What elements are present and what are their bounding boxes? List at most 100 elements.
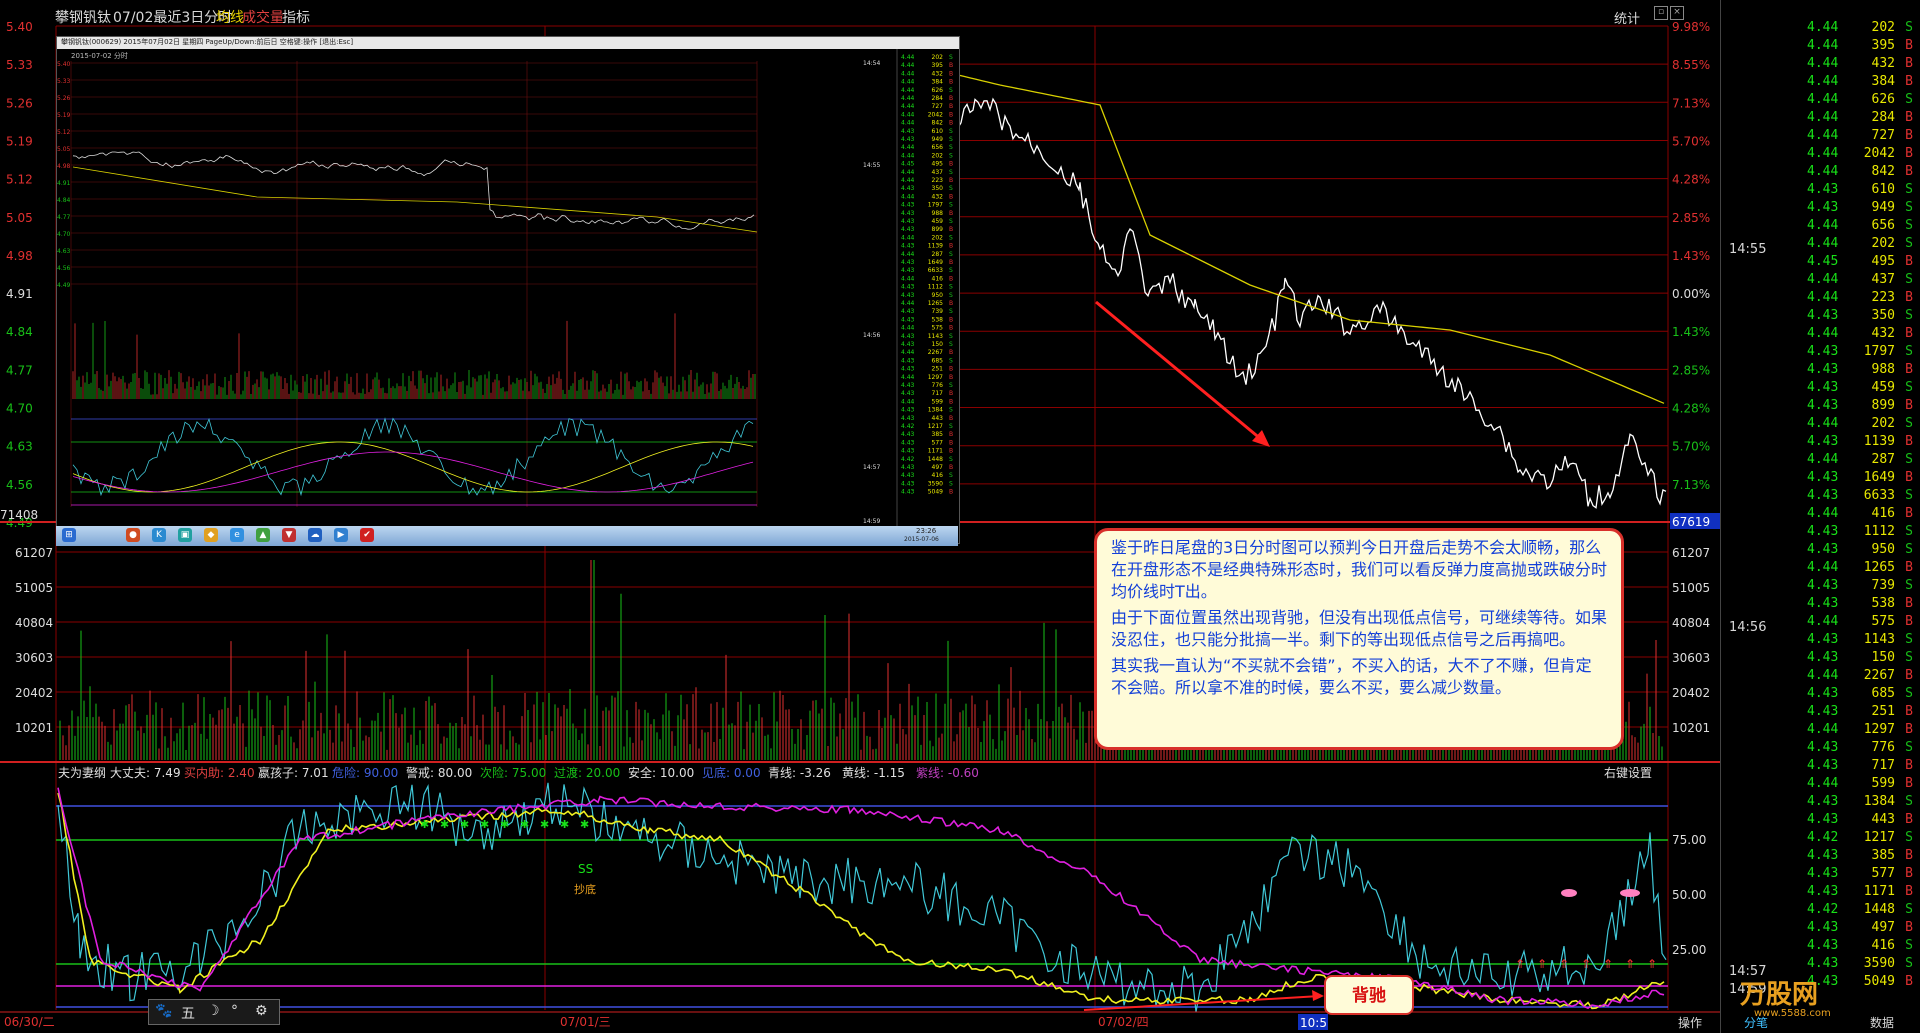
inset-tick-price: 4.43 <box>901 316 915 323</box>
inset-tick-vol: 1143 <box>928 333 943 340</box>
close-icon[interactable]: × <box>1670 6 1684 20</box>
tick-volume: 1143 <box>1863 632 1895 647</box>
inset-tick-vol: 988 <box>932 210 944 217</box>
tick-row: 4.43 1171 B <box>1721 884 1920 902</box>
tick-side: B <box>1905 110 1913 125</box>
tick-volume: 1217 <box>1863 830 1895 845</box>
stock-name[interactable]: 攀钢钒钛 <box>55 7 111 27</box>
indicator-value: 紫线: -0.60 <box>916 766 979 780</box>
tick-price: 4.43 <box>1807 956 1839 971</box>
inset-tick-price: 4.44 <box>901 111 915 118</box>
gear-icon[interactable]: ⚙ <box>255 1003 268 1019</box>
indicator-header: 夫为妻纲 大丈夫: 7.49 买内助: 2.40 嬴孩子: 7.01 危险: 90.00… <box>58 765 979 780</box>
tick-price: 4.43 <box>1807 632 1839 647</box>
indicator-value: 安全: 10.00 <box>628 765 694 780</box>
restore-icon[interactable]: ▫ <box>1654 6 1668 20</box>
indicator-label[interactable]: 指标 <box>282 7 310 27</box>
volume-tick-label: 61207 <box>15 546 53 560</box>
buy-signal-mark: ✱ <box>540 818 549 831</box>
inset-tick-side: S <box>949 144 953 151</box>
tick-side: S <box>1905 632 1913 647</box>
avg-price-line <box>957 74 1665 404</box>
dots-icon[interactable]: ° <box>231 1003 238 1019</box>
app-icon: ▼ <box>282 528 296 542</box>
tick-row: 4.44 384 B <box>1721 74 1920 92</box>
tick-row: 4.43 1139 B <box>1721 434 1920 452</box>
moon-icon[interactable]: ☽ <box>207 1003 220 1019</box>
indicator-value: 青线: -3.26 <box>768 766 831 780</box>
tick-row: 4.44 432 B <box>1721 56 1920 74</box>
indicator-value: 次险: 75.00 <box>480 765 546 780</box>
tick-volume: 1112 <box>1863 524 1895 539</box>
tick-price: 4.44 <box>1807 290 1839 305</box>
inset-tick-side: S <box>949 267 953 274</box>
inset-tick-vol: 2042 <box>928 111 943 118</box>
price-tick-label: 4.84 <box>6 325 33 339</box>
stat-button[interactable]: 统计 <box>1614 8 1640 27</box>
tick-side: B <box>1905 848 1913 863</box>
tick-side: B <box>1905 56 1913 71</box>
tick-side: B <box>1905 38 1913 53</box>
tick-volume: 1649 <box>1863 470 1895 485</box>
tick-volume: 577 <box>1871 866 1895 881</box>
inset-tick-price: 4.43 <box>901 333 915 340</box>
tab-operate[interactable]: 操作 <box>1678 1014 1702 1031</box>
app-icon: ● <box>126 528 140 542</box>
indicator-value: 危险: 90.00 <box>332 765 398 780</box>
tick-row: 4.43 717 B <box>1721 758 1920 776</box>
inset-cyan-line <box>72 417 754 497</box>
inset-tick-vol: 1297 <box>928 374 943 381</box>
inset-tick-side: B <box>949 448 953 455</box>
tick-row: 4.43 610 S <box>1721 182 1920 200</box>
tick-volume: 416 <box>1871 506 1895 521</box>
tick-side: B <box>1905 362 1913 377</box>
price-tick-label: 4.63 <box>6 440 33 454</box>
tick-volume: 2042 <box>1863 146 1895 161</box>
tick-volume: 6633 <box>1863 488 1895 503</box>
inset-tick-price: 4.43 <box>901 259 915 266</box>
tick-row: 4.42 1448 S <box>1721 902 1920 920</box>
tick-price: 4.42 <box>1807 902 1839 917</box>
inset-tick-price: 4.44 <box>901 54 915 61</box>
tick-side: S <box>1905 182 1913 197</box>
drawing-toolbar: 🐾 五 ☽ ° ⚙ <box>148 999 280 1025</box>
tick-side: B <box>1905 866 1913 881</box>
inset-tick-side: B <box>949 325 953 332</box>
tick-price: 4.44 <box>1807 20 1839 35</box>
inset-tick-side: B <box>949 415 953 422</box>
inset-tick-side: B <box>949 95 953 102</box>
inset-tick-side: B <box>949 349 953 356</box>
inset-tick-vol: 495 <box>932 161 944 168</box>
paw-icon[interactable]: 🐾 <box>155 1003 172 1019</box>
tick-side: B <box>1905 290 1913 305</box>
tick-volume: 626 <box>1871 92 1895 107</box>
inset-tick-side: B <box>949 464 953 471</box>
inset-tick-side: B <box>949 103 953 110</box>
inset-tick-price: 4.44 <box>901 177 915 184</box>
tick-price: 4.44 <box>1807 668 1839 683</box>
tick-volume: 497 <box>1871 920 1895 935</box>
magenta-line <box>57 787 1665 1010</box>
inset-tick-vol: 1217 <box>928 423 943 430</box>
five-button[interactable]: 五 <box>181 1003 195 1023</box>
tick-price: 4.44 <box>1807 146 1839 161</box>
inset-tick-side: S <box>949 308 953 315</box>
tick-row: 4.43 899 B <box>1721 398 1920 416</box>
tick-price: 4.43 <box>1807 758 1839 773</box>
inset-tick-side: S <box>949 136 953 143</box>
tick-price: 4.44 <box>1807 164 1839 179</box>
pct-tick-label: 7.13% <box>1672 96 1710 110</box>
inset-tick-side: B <box>949 366 953 373</box>
tick-row: 4.43 685 S <box>1721 686 1920 704</box>
tick-price: 4.45 <box>1807 254 1839 269</box>
tick-list[interactable]: 4.44 202 S 4.44 395 B 4.44 432 B 4.44 384 B 4.44 626 S… <box>1720 0 1920 1033</box>
inset-tick-side: S <box>949 185 953 192</box>
inset-tick-side: S <box>949 357 953 364</box>
tick-row: 4.44 432 B <box>1721 326 1920 344</box>
indicator-value: 过渡: 20.00 <box>554 765 620 780</box>
inset-price-label: 4.98 <box>57 163 71 170</box>
tick-side: S <box>1905 452 1913 467</box>
inset-tick-price: 4.43 <box>901 464 915 471</box>
tick-side: S <box>1905 542 1913 557</box>
tick-price: 4.43 <box>1807 308 1839 323</box>
